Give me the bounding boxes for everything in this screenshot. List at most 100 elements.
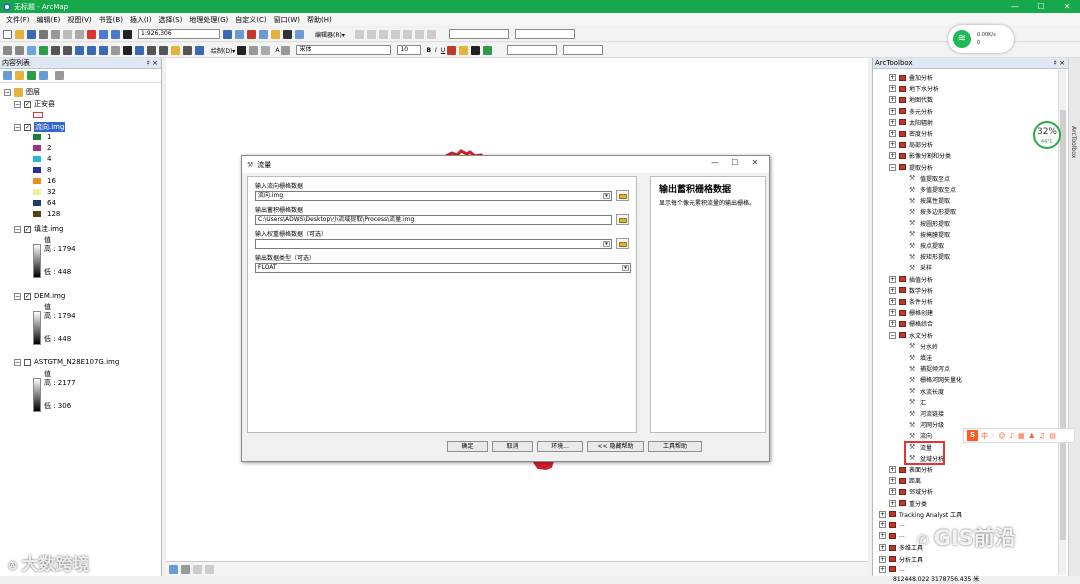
copy-icon[interactable] — [63, 29, 72, 39]
layer-zhengan[interactable]: − ✓ 正安县 — [14, 99, 55, 109]
italic-button[interactable]: I — [435, 47, 437, 54]
layer-fill[interactable]: − ✓ 填洼.img — [14, 224, 63, 234]
back-icon[interactable] — [75, 45, 84, 55]
expand-icon[interactable]: + — [879, 532, 886, 540]
toolset-item[interactable]: + 栅格创建 — [889, 308, 933, 317]
georef-layer-combo[interactable] — [507, 45, 558, 55]
expand-icon[interactable]: + — [879, 555, 886, 563]
scroll-thumb[interactable] — [1060, 110, 1066, 540]
minimize-button[interactable]: — — [1002, 0, 1028, 13]
expand-icon[interactable]: + — [889, 466, 896, 473]
identify-icon[interactable] — [135, 45, 144, 55]
menu-bookmarks[interactable]: 书签(B) — [99, 15, 123, 25]
ime-toolbar[interactable]: S 中 · ☺ ♪ ▦ ♟ ♫ ▤ — [963, 428, 1075, 443]
toolset-item[interactable]: + 数学分析 — [889, 286, 933, 295]
rectangle-icon[interactable] — [261, 45, 271, 55]
dropdown-arrow-icon[interactable]: ▾ — [603, 241, 610, 247]
expand-icon[interactable]: + — [889, 298, 896, 305]
menu-view[interactable]: 视图(V) — [67, 15, 91, 25]
undo-icon[interactable] — [99, 29, 108, 39]
cut-icon[interactable] — [51, 29, 60, 39]
menu-geoprocessing[interactable]: 地理处理(G) — [189, 15, 228, 25]
search-window-icon[interactable] — [259, 29, 268, 39]
toolset-item[interactable]: − 提取分析 — [889, 163, 933, 172]
menu-edit[interactable]: 编辑(E) — [37, 15, 61, 25]
dialog-maximize-button[interactable]: ☐ — [725, 158, 745, 167]
collapse-icon[interactable]: − — [889, 163, 896, 171]
scale-combo[interactable]: 1:926,306 — [138, 29, 220, 39]
line-color-icon[interactable] — [471, 45, 481, 55]
sketch-icon[interactable] — [390, 29, 400, 39]
georef-combo[interactable] — [448, 29, 509, 39]
tool-item[interactable]: ⚒ 水流长度 — [909, 387, 944, 396]
toolset-item[interactable]: + 地下水分析 — [889, 84, 939, 93]
hyperlink-icon[interactable] — [171, 45, 180, 55]
arctoolbox-scrollbar[interactable] — [1058, 70, 1066, 575]
print-icon[interactable] — [39, 29, 48, 39]
python-icon[interactable] — [283, 29, 292, 39]
in-flowdir-input[interactable]: 流向.img ▾ — [255, 191, 612, 201]
spatial-adjust-combo[interactable] — [563, 45, 604, 55]
toolset-item[interactable]: + 距离 — [889, 476, 921, 485]
cancel-button[interactable]: 取消 — [492, 441, 533, 452]
expand-icon[interactable]: + — [889, 107, 896, 115]
font-size-combo[interactable]: 10 — [397, 45, 422, 55]
layer-aster[interactable]: − ASTGTM_N28E107G.img — [14, 358, 119, 366]
ime-keyboard-icon[interactable]: ▦ — [1018, 432, 1025, 440]
expand-icon[interactable]: + — [879, 521, 886, 528]
arctoolbox-pin-close[interactable]: ♯ × — [1054, 58, 1065, 69]
expand-icon[interactable]: + — [889, 96, 896, 104]
menu-file[interactable]: 文件(F) — [6, 15, 30, 25]
toolset-item[interactable]: + 插值分析 — [889, 275, 933, 284]
data-view-icon[interactable] — [169, 564, 178, 574]
font-name-combo[interactable]: 宋体 — [296, 45, 392, 55]
straight-segment-icon[interactable] — [366, 29, 376, 39]
tool-item[interactable]: ⚒ 流向 — [909, 431, 932, 441]
full-extent-icon[interactable] — [39, 45, 48, 55]
tool-item[interactable]: ⚒ 值提取至点 — [909, 174, 950, 183]
toolset-item[interactable]: + 叠加分析 — [889, 73, 933, 82]
modelbuilder-icon[interactable] — [295, 29, 304, 39]
browse-folder-button[interactable] — [616, 190, 629, 201]
bold-button[interactable]: B — [426, 47, 431, 54]
toolset-item[interactable]: + 条件分析 — [889, 297, 933, 306]
tool-item[interactable]: ⚒ 按属性提取 — [909, 196, 950, 206]
toc-options-icon[interactable] — [55, 71, 64, 80]
paste-icon[interactable] — [75, 29, 84, 39]
fixed-zoom-in-icon[interactable] — [51, 45, 60, 55]
maximize-button[interactable]: ☐ — [1028, 0, 1054, 13]
collapse-icon[interactable]: − — [14, 123, 21, 131]
tool-item[interactable]: ⚒ 捕捉倾泻点 — [909, 364, 950, 374]
redo-icon[interactable] — [111, 29, 120, 39]
toolset-item[interactable]: + 栅格综合 — [889, 319, 933, 328]
font-color-icon[interactable] — [447, 45, 457, 55]
collapse-icon[interactable]: − — [4, 88, 11, 96]
toc-icon[interactable] — [235, 29, 244, 39]
panel-splitter[interactable] — [640, 176, 648, 433]
expand-icon[interactable]: + — [889, 499, 896, 507]
fill-color-icon[interactable] — [459, 45, 469, 55]
measure-icon[interactable] — [159, 45, 168, 55]
rotate-icon[interactable] — [414, 29, 424, 39]
layer-combo[interactable] — [514, 29, 575, 39]
ime-menu-icon[interactable]: ▤ — [1049, 432, 1056, 440]
edit-vertices-icon[interactable] — [281, 45, 291, 55]
ime-emoji-icon[interactable]: ☺ — [998, 432, 1005, 440]
arctoolbox-icon[interactable] — [271, 29, 280, 39]
ok-button[interactable]: 确定 — [447, 441, 488, 452]
expand-icon[interactable]: + — [889, 477, 896, 485]
tool-item[interactable]: ⚒ 分水岭 — [909, 342, 938, 351]
dialog-minimize-button[interactable]: — — [705, 158, 725, 167]
toolset-item[interactable]: − 水文分析 — [889, 331, 933, 340]
layer-checkbox[interactable]: ✓ — [24, 225, 31, 233]
ime-voice-icon[interactable]: ♪ — [1010, 432, 1014, 440]
expand-icon[interactable]: + — [879, 565, 886, 573]
time-slider-icon[interactable] — [195, 45, 204, 55]
ime-user-icon[interactable]: ♟ — [1029, 432, 1035, 440]
find-icon[interactable] — [147, 45, 156, 55]
pan-icon[interactable] — [27, 45, 36, 55]
toolset-item[interactable]: + 邻域分析 — [889, 487, 933, 496]
select-elements-icon[interactable] — [123, 45, 132, 55]
editor-toolbar-icon[interactable] — [223, 29, 232, 39]
collapse-icon[interactable]: − — [14, 358, 21, 366]
